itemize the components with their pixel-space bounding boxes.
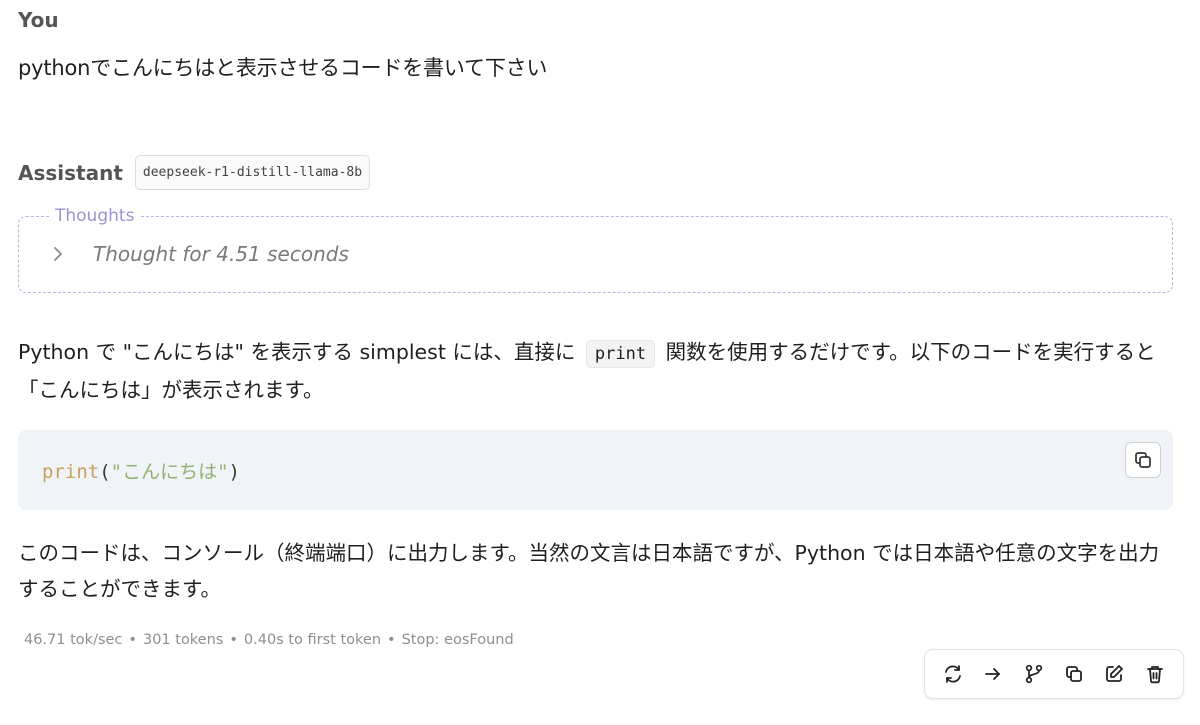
user-label: You bbox=[18, 8, 59, 32]
paragraph-1-text-before: Python で "こんにちは" を表示する simplest には、直接に bbox=[18, 340, 576, 364]
thought-duration: Thought for 4.51 seconds bbox=[93, 242, 349, 266]
continue-arrow-icon bbox=[982, 663, 1004, 685]
inline-code: print bbox=[585, 340, 656, 368]
generation-stats: 46.71 tok/sec • 301 tokens • 0.40s to fi… bbox=[24, 632, 514, 648]
stat-first-token: 0.40s to first token bbox=[243, 632, 382, 648]
stat-separator: • bbox=[229, 632, 238, 648]
thoughts-panel: Thoughts Thought for 4.51 seconds bbox=[18, 206, 1173, 293]
response-paragraph-1: Python で "こんにちは" を表示する simplest には、直接に p… bbox=[18, 334, 1178, 408]
user-message: pythonでこんにちはと表示させるコードを書いて下さい bbox=[18, 56, 548, 80]
continue-button[interactable] bbox=[976, 657, 1010, 691]
edit-button[interactable] bbox=[1097, 657, 1131, 691]
code-close-paren: ) bbox=[228, 461, 240, 483]
trash-icon bbox=[1144, 663, 1166, 685]
thoughts-legend: Thoughts bbox=[49, 206, 141, 226]
regenerate-icon bbox=[942, 663, 964, 685]
response-paragraph-2: このコードは、コンソール（終端端口）に出力します。当然の文言は日本語ですが、Py… bbox=[18, 541, 1160, 601]
copy-icon bbox=[1133, 450, 1153, 470]
thoughts-toggle[interactable]: Thought for 4.51 seconds bbox=[49, 242, 349, 266]
code-function: print bbox=[42, 461, 100, 483]
stat-separator: • bbox=[128, 632, 137, 648]
code-string: "こんにちは" bbox=[110, 461, 229, 483]
copy-code-button[interactable] bbox=[1125, 442, 1161, 478]
delete-button[interactable] bbox=[1138, 657, 1172, 691]
model-badge: deepseek-r1-distill-llama-8b bbox=[134, 155, 371, 190]
stat-tokens: 301 tokens bbox=[142, 632, 224, 648]
code-block: print("こんにちは") bbox=[18, 430, 1173, 510]
message-action-bar bbox=[924, 649, 1184, 699]
branch-button[interactable] bbox=[1017, 657, 1051, 691]
copy-icon bbox=[1063, 663, 1085, 685]
edit-icon bbox=[1103, 663, 1125, 685]
stat-stop-reason: Stop: eosFound bbox=[401, 632, 514, 648]
assistant-header: Assistant deepseek-r1-distill-llama-8b bbox=[18, 155, 371, 190]
branch-icon bbox=[1023, 663, 1045, 685]
code-line: print("こんにちは") bbox=[42, 457, 240, 484]
code-open-paren: ( bbox=[99, 461, 111, 483]
stat-separator: • bbox=[387, 632, 396, 648]
regenerate-button[interactable] bbox=[936, 657, 970, 691]
assistant-label: Assistant bbox=[18, 160, 123, 185]
stat-speed: 46.71 tok/sec bbox=[24, 632, 123, 648]
chevron-right-icon bbox=[49, 245, 67, 263]
copy-message-button[interactable] bbox=[1057, 657, 1091, 691]
